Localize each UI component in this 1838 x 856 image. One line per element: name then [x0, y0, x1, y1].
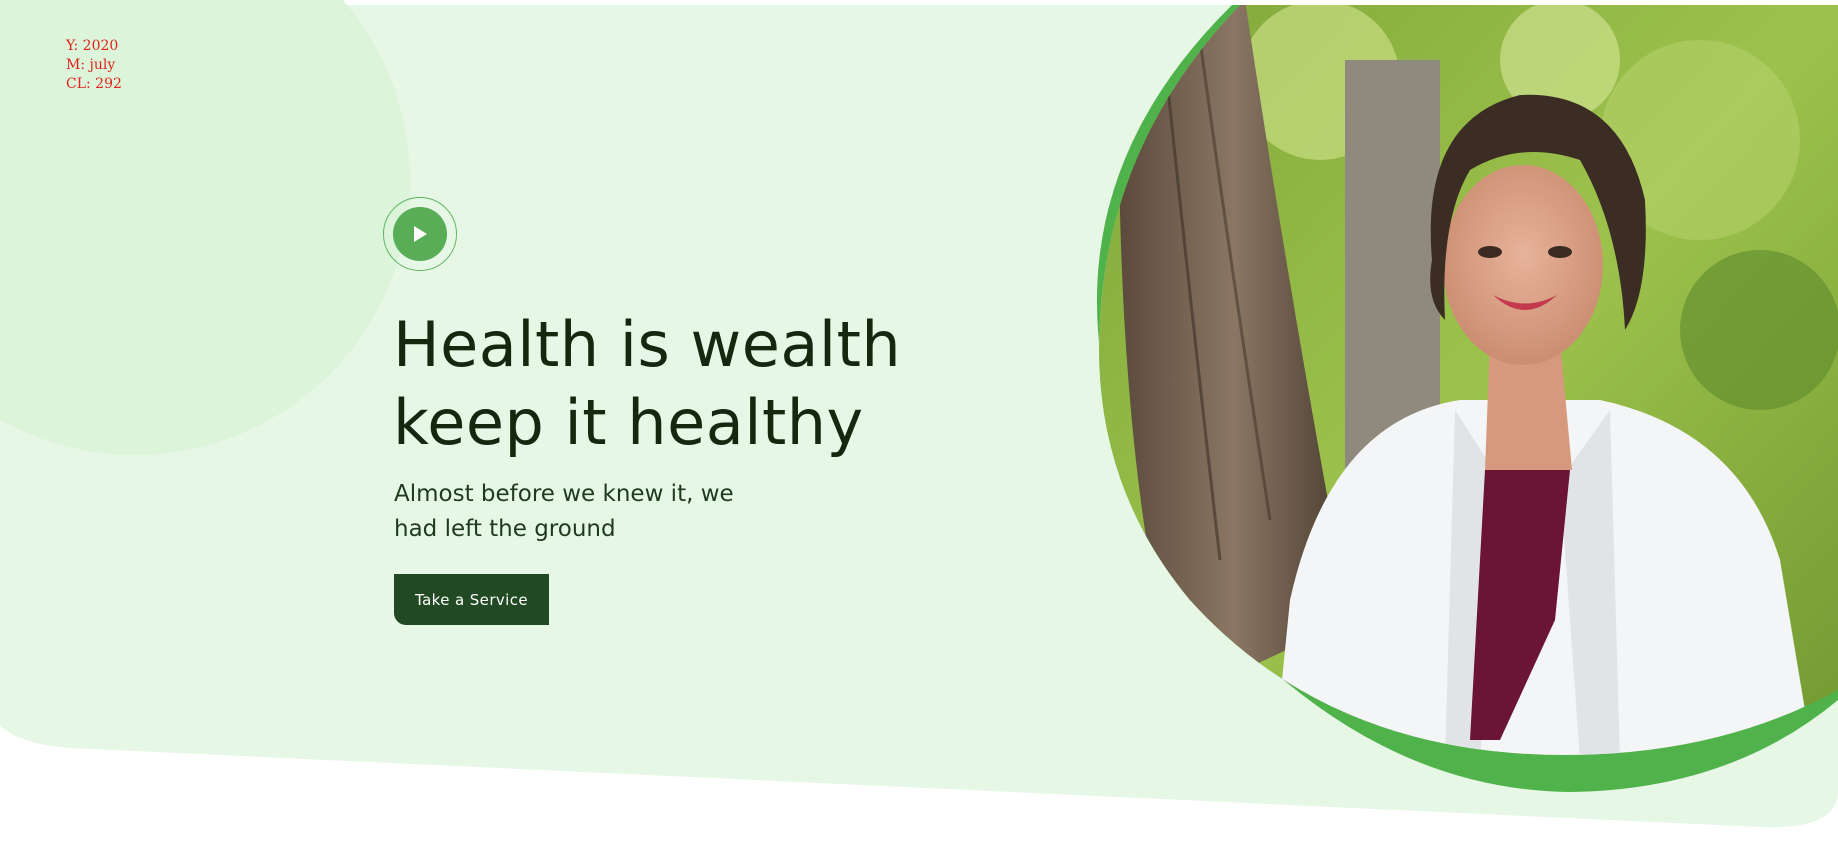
hero-page: Y: 2020 M: july CL: 292 Health is wealth…	[0, 0, 1838, 856]
play-button-core[interactable]	[393, 207, 447, 261]
meta-month: M: july	[66, 57, 116, 73]
meta-year: Y: 2020	[66, 38, 119, 54]
headline-line-2: keep it healthy	[393, 386, 864, 459]
hero-background	[0, 0, 1838, 828]
headline-line-1: Health is wealth	[393, 308, 902, 381]
hero-subtext: Almost before we knew it, we had left th…	[394, 477, 734, 547]
play-icon	[414, 226, 427, 242]
meta-info: Y: 2020 M: july CL: 292	[66, 37, 122, 94]
subtext-line-1: Almost before we knew it, we	[394, 481, 734, 507]
take-a-service-button[interactable]: Take a Service	[394, 574, 549, 625]
hero-headline: Health is wealth keep it healthy	[393, 306, 901, 462]
meta-cl: CL: 292	[66, 76, 122, 92]
subtext-line-2: had left the ground	[394, 516, 616, 542]
play-video-button[interactable]	[383, 197, 457, 271]
